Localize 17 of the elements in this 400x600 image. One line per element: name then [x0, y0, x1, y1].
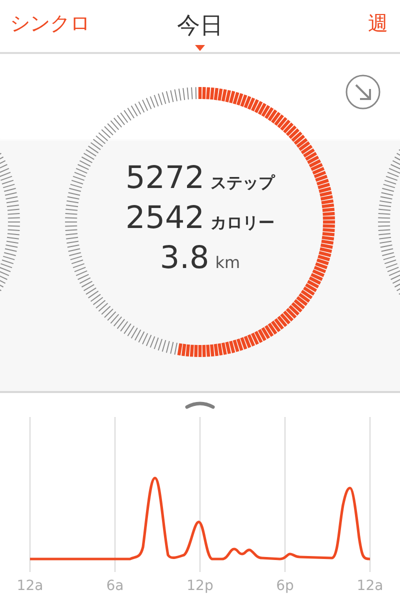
stat-unit: ステップ: [210, 173, 274, 194]
time-label: 6p: [276, 578, 294, 594]
stat-unit: カロリー: [210, 213, 274, 234]
stat-value: 3.8: [160, 239, 210, 277]
day-title[interactable]: 今日: [177, 10, 223, 41]
time-label: 12a: [356, 578, 384, 594]
arrow-circle-icon[interactable]: [345, 74, 381, 110]
stat-value: 2542: [126, 199, 204, 237]
time-label: 12p: [186, 578, 214, 594]
stat-value: 5272: [126, 159, 204, 197]
time-label: 12a: [16, 578, 44, 594]
dropdown-triangle-icon[interactable]: [195, 45, 205, 51]
time-label: 6a: [106, 578, 124, 594]
week-button[interactable]: 週: [358, 10, 400, 36]
sync-button[interactable]: シンクロ: [0, 10, 100, 36]
chevron-up-icon[interactable]: [185, 401, 215, 409]
stat-unit: km: [215, 253, 240, 272]
